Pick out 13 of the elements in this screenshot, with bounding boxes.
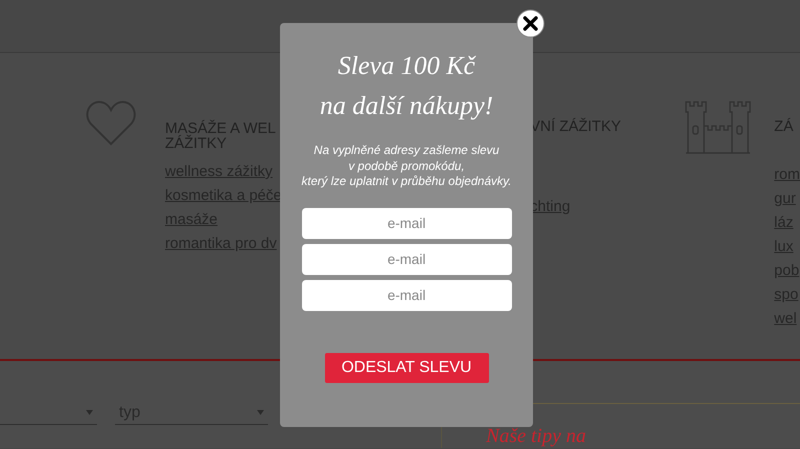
email-field[interactable]: e-mail	[302, 208, 512, 238]
caret-icon	[257, 410, 264, 415]
section-heading: Naše tipy na	[486, 425, 586, 447]
email-field[interactable]: e-mail	[302, 280, 512, 310]
caret-icon	[86, 410, 93, 415]
close-button[interactable]	[516, 9, 545, 38]
email-field[interactable]: e-mail	[302, 244, 512, 274]
submit-button[interactable]: ODESLAT SLEVU	[324, 352, 488, 382]
popup-title: na další nákupy!	[320, 90, 494, 122]
heart-icon	[85, 100, 137, 146]
popup-description: Na vyplněné adresy zašleme slevu v podobě promokódu, který lze uplatnit v průběhu objednávky.	[302, 143, 512, 190]
castle-icon	[684, 100, 752, 154]
popup-title: Sleva 100 Kč	[336, 50, 477, 82]
